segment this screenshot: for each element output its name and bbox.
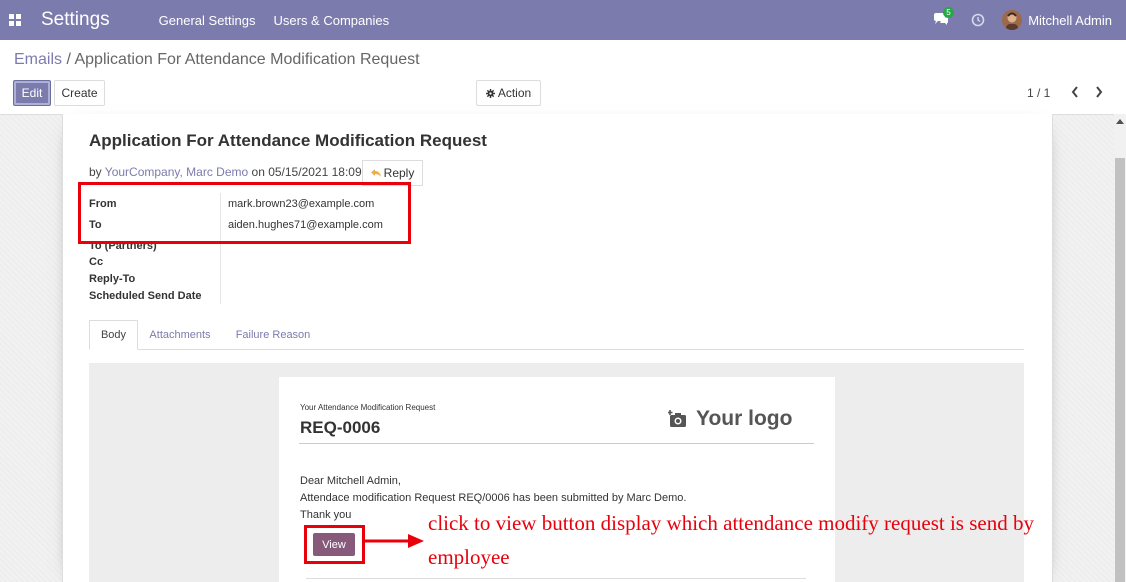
reply-arrow-icon (370, 168, 381, 177)
mail-meta: by YourCompany, Marc Demo on 05/15/2021 … (89, 165, 378, 179)
annotation-note: click to view button display which atten… (428, 511, 1034, 569)
breadcrumb-emails-link[interactable]: Emails (14, 51, 62, 68)
field-label-cc: Cc (89, 256, 104, 268)
apps-menu-icon[interactable] (9, 14, 21, 26)
notebook-tabs: Body Attachments Failure Reason (89, 320, 1024, 350)
chevron-left-icon[interactable] (1070, 85, 1080, 99)
company-logo: Your logo (668, 405, 792, 433)
email-footer-divider (306, 578, 806, 579)
navbar-systray: 5 Mitchell Admin (933, 0, 1112, 40)
highlight-view-button-box (304, 525, 365, 564)
camera-plus-icon (668, 410, 686, 427)
pager-value[interactable]: 1 / 1 (1027, 86, 1050, 100)
breadcrumb-current: Application For Attendance Modification … (74, 51, 420, 68)
field-label-scheduled-send-date: Scheduled Send Date (89, 290, 202, 302)
mail-meta-on: on (248, 165, 269, 179)
breadcrumb-separator: / (62, 51, 75, 68)
top-navbar: Settings General Settings Users & Compan… (0, 0, 1126, 40)
email-kicker: Your Attendance Modification Request (300, 403, 436, 412)
menu-users-companies[interactable]: Users & Companies (274, 13, 390, 28)
create-button[interactable]: Create (54, 80, 105, 106)
email-divider (299, 443, 814, 444)
menu-general-settings[interactable]: General Settings (159, 13, 256, 28)
user-name[interactable]: Mitchell Admin (1028, 13, 1112, 28)
email-closing: Thank you (300, 509, 352, 521)
email-reference: REQ-0006 (300, 418, 381, 437)
action-button-label: Action (497, 86, 532, 100)
app-title[interactable]: Settings (41, 9, 110, 31)
chat-icon[interactable]: 5 (933, 7, 954, 27)
annotation-arrow-icon (364, 534, 424, 548)
mail-meta-prefix: by (89, 165, 105, 179)
mail-subject-title: Application For Attendance Modification … (89, 131, 487, 150)
logo-text: Your logo (696, 407, 793, 430)
email-message: Attendace modification Request REQ/0006 … (300, 492, 687, 504)
chat-badge: 5 (943, 7, 954, 18)
gear-icon (485, 88, 495, 98)
edit-button[interactable]: Edit (13, 80, 51, 106)
tab-failure-reason[interactable]: Failure Reason (234, 320, 312, 350)
email-greeting: Dear Mitchell Admin, (300, 475, 401, 487)
tab-body[interactable]: Body (89, 320, 138, 350)
field-label-reply-to: Reply-To (89, 273, 136, 285)
mail-author-link[interactable]: YourCompany, Marc Demo (105, 165, 248, 179)
action-button[interactable]: Action (476, 80, 541, 106)
highlight-from-to-box (78, 182, 411, 244)
scroll-up-arrow-icon[interactable] (1116, 118, 1124, 124)
chevron-right-icon[interactable] (1094, 85, 1104, 99)
reply-button-label: Reply (383, 166, 415, 180)
user-avatar[interactable] (1002, 10, 1023, 30)
tab-attachments[interactable]: Attachments (148, 320, 212, 350)
breadcrumb: Emails / Application For Attendance Modi… (14, 51, 420, 69)
activity-clock-icon[interactable] (971, 13, 985, 27)
